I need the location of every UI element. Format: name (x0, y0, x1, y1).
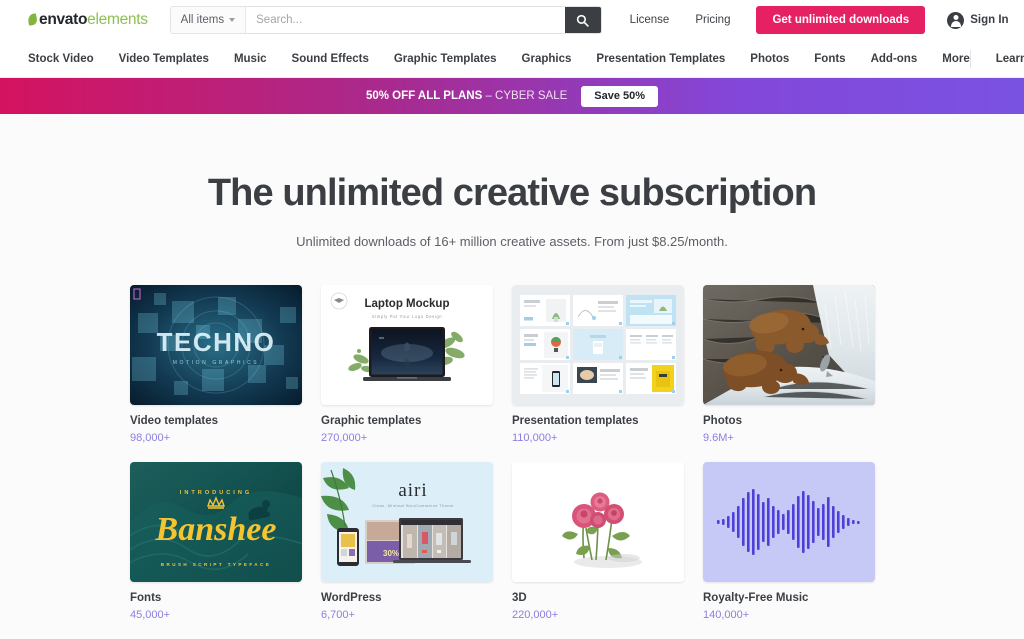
airi-theme-thumbnail: airi Clean, Minimal WooCommerce Theme 30… (321, 462, 493, 582)
header-links: License Pricing (630, 14, 731, 26)
card-count: 45,000+ (130, 609, 171, 621)
svg-text:Simply Put Your Logo Design: Simply Put Your Logo Design (372, 314, 443, 319)
svg-text:INTRODUCING: INTRODUCING (180, 490, 252, 496)
search-scope-label: All items (180, 14, 225, 26)
card-count: 220,000+ (512, 609, 559, 621)
logo-text-elements: elements (87, 11, 148, 28)
chevron-down-icon (229, 18, 236, 22)
search-input[interactable] (246, 7, 565, 33)
laptop-mockup-thumbnail: Laptop Mockup Simply Put Your Logo Desig… (321, 285, 493, 405)
nav-item-presentation-templates[interactable]: Presentation Templates (596, 53, 725, 65)
card-count: 9.6M+ (703, 432, 734, 444)
slide-deck-grid-thumbnail (512, 285, 684, 405)
svg-text:airi: airi (398, 480, 427, 501)
svg-text:MOTION GRAPHICS: MOTION GRAPHICS (173, 360, 260, 366)
card-count: 98,000+ (130, 432, 171, 444)
category-card-royalty-free-music[interactable]: Royalty-Free Music 140,000+ (703, 462, 875, 621)
leaf-icon (26, 13, 39, 26)
banshee-font-thumbnail: INTRODUCING Banshee BRUSH SCRIPT TYPEFAC… (130, 462, 302, 582)
save-50-button[interactable]: Save 50% (581, 85, 659, 107)
nav-item-video-templates[interactable]: Video Templates (119, 53, 209, 65)
sign-in-button[interactable]: Sign In (947, 11, 1009, 29)
card-title: Graphic templates (321, 415, 422, 427)
header-link-pricing[interactable]: Pricing (695, 14, 730, 26)
svg-text:BRUSH SCRIPT TYPEFACE: BRUSH SCRIPT TYPEFACE (161, 562, 271, 567)
sign-in-label: Sign In (970, 14, 1009, 26)
card-title: Video templates (130, 415, 218, 427)
svg-text:Laptop Mockup: Laptop Mockup (365, 298, 450, 310)
page-title: The unlimited creative subscription (207, 172, 817, 214)
techno-video-thumbnail: TECHNO MOTION GRAPHICS (130, 285, 302, 405)
nav-item-photos[interactable]: Photos (750, 53, 789, 65)
card-title: Presentation templates (512, 415, 639, 427)
promo-banner: 50% OFF ALL PLANS – CYBER SALE Save 50% (0, 78, 1024, 114)
card-title: Royalty-Free Music (703, 592, 809, 604)
category-card-wordpress[interactable]: airi Clean, Minimal WooCommerce Theme 30… (321, 462, 493, 621)
svg-text:Banshee: Banshee (155, 511, 277, 548)
nav-item-more[interactable]: More (942, 53, 969, 65)
category-card-presentation-templates[interactable]: Presentation templates 110,000+ (512, 285, 684, 444)
category-card-3d[interactable]: 3D 220,000+ (512, 462, 684, 621)
nav-item-add-ons[interactable]: Add-ons (871, 53, 918, 65)
category-card-graphic-templates[interactable]: Laptop Mockup Simply Put Your Logo Desig… (321, 285, 493, 444)
user-avatar-icon (947, 11, 965, 29)
svg-text:30%: 30% (383, 549, 399, 558)
nav-divider (969, 49, 971, 68)
audio-waveform-thumbnail (703, 462, 875, 582)
get-unlimited-downloads-button[interactable]: Get unlimited downloads (756, 6, 926, 34)
envato-elements-logo[interactable]: envato elements (26, 11, 148, 29)
nav-item-fonts[interactable]: Fonts (814, 53, 845, 65)
nav-items: Stock Video Video Templates Music Sound … (28, 53, 970, 65)
top-header: envatoelements All items License Pricing… (0, 0, 1024, 40)
category-card-grid: TECHNO MOTION GRAPHICS Video templates 9… (130, 285, 894, 621)
nav-item-sound-effects[interactable]: Sound Effects (292, 53, 369, 65)
card-title: 3D (512, 592, 527, 604)
card-count: 140,000+ (703, 609, 750, 621)
nav-item-stock-video[interactable]: Stock Video (28, 53, 94, 65)
card-count: 270,000+ (321, 432, 368, 444)
promo-light-text: – CYBER SALE (485, 90, 568, 102)
hero-section: The unlimited creative subscription Unli… (0, 114, 1024, 249)
search-bar: All items (169, 6, 602, 34)
card-count: 6,700+ (321, 609, 355, 621)
logo-text-envato: envato (39, 11, 88, 28)
card-title: Photos (703, 415, 742, 427)
category-card-fonts[interactable]: INTRODUCING Banshee BRUSH SCRIPT TYPEFAC… (130, 462, 302, 621)
card-title: WordPress (321, 592, 382, 604)
promo-text: 50% OFF ALL PLANS – CYBER SALE (366, 90, 567, 102)
svg-text:Clean, Minimal WooCommerce The: Clean, Minimal WooCommerce Theme (372, 503, 454, 508)
search-icon (576, 14, 589, 27)
category-card-video-templates[interactable]: TECHNO MOTION GRAPHICS Video templates 9… (130, 285, 302, 444)
card-count: 110,000+ (512, 432, 558, 444)
hero-subtitle: Unlimited downloads of 16+ million creat… (296, 234, 728, 249)
search-button[interactable] (564, 7, 601, 33)
nav-right-group: Learn (969, 49, 1024, 68)
peony-flowers-3d-thumbnail (512, 462, 684, 582)
nav-item-graphics[interactable]: Graphics (522, 53, 572, 65)
nav-item-music[interactable]: Music (234, 53, 267, 65)
main-content: The unlimited creative subscription Unli… (0, 114, 1024, 639)
search-scope-dropdown[interactable]: All items (170, 7, 247, 33)
card-title: Fonts (130, 592, 162, 604)
bears-waterfall-photo-thumbnail (703, 285, 875, 405)
promo-strong-text: 50% OFF ALL PLANS (365, 90, 483, 102)
nav-item-learn[interactable]: Learn (996, 53, 1024, 65)
category-nav: Stock Video Video Templates Music Sound … (0, 40, 1024, 78)
header-link-license[interactable]: License (630, 14, 670, 26)
svg-text:TECHNO: TECHNO (157, 327, 276, 357)
category-card-photos[interactable]: Photos 9.6M+ (703, 285, 875, 444)
nav-item-graphic-templates[interactable]: Graphic Templates (394, 53, 497, 65)
